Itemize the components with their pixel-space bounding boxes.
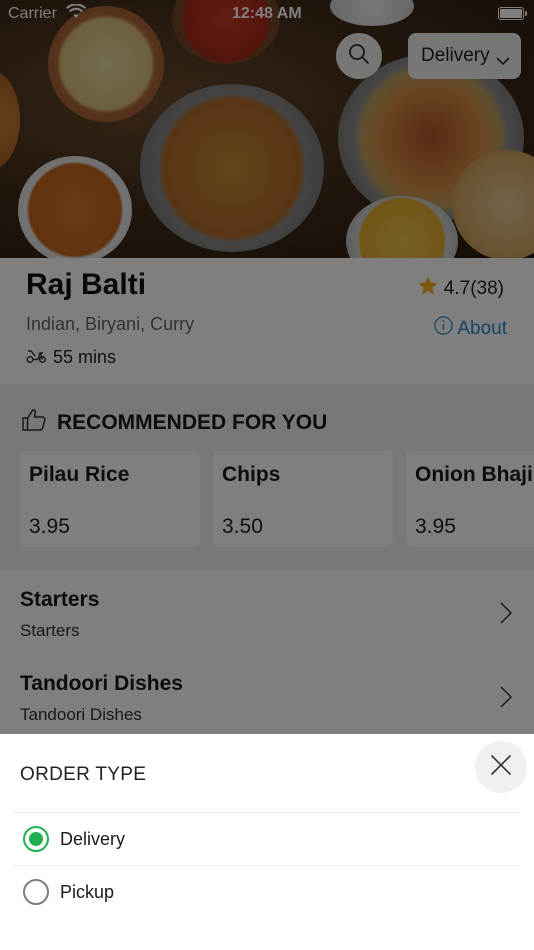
option-label: Pickup	[60, 881, 115, 902]
order-type-sheet: ORDER TYPE Delivery Pickup	[0, 734, 534, 950]
order-type-option-delivery[interactable]: Delivery	[0, 813, 534, 865]
close-icon	[490, 754, 512, 781]
radio-button-selected[interactable]	[23, 826, 49, 852]
order-type-option-pickup[interactable]: Pickup	[0, 866, 534, 918]
sheet-title: ORDER TYPE	[20, 764, 147, 785]
modal-backdrop[interactable]	[0, 0, 534, 734]
option-label: Delivery	[60, 828, 126, 849]
close-button[interactable]	[475, 741, 527, 793]
radio-button[interactable]	[23, 879, 49, 905]
